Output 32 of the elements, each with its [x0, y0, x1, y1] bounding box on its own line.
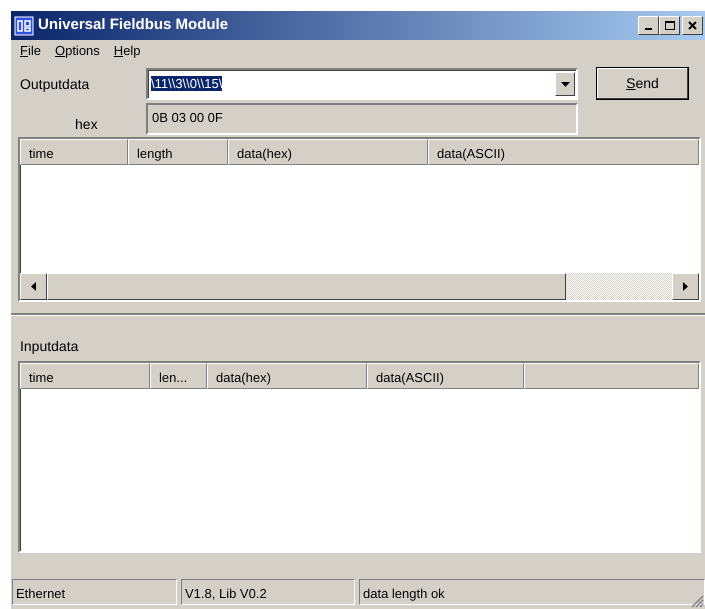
send-button[interactable]: Send: [596, 66, 689, 100]
scrollbar-thumb[interactable]: [47, 273, 566, 300]
window-title: Universal Fieldbus Module: [38, 15, 230, 36]
maximize-button[interactable]: [659, 16, 680, 35]
section-label: Inputdata: [20, 337, 80, 356]
column-header[interactable]: time: [20, 139, 128, 165]
close-button[interactable]: [682, 16, 703, 35]
resize-grip-icon[interactable]: [690, 594, 704, 608]
status-bar-field: Ethernet: [12, 579, 177, 605]
column-header[interactable]: data(ASCII): [367, 363, 524, 389]
status-bar-field: V1.8, Lib V0.2: [181, 579, 355, 605]
column-header[interactable]: len...: [150, 363, 207, 389]
minimize-button[interactable]: [638, 16, 659, 35]
output-combo-box[interactable]: \11\\3\\0\\15\: [146, 68, 578, 100]
maximize-icon: [664, 21, 674, 30]
minimize-icon: [645, 28, 652, 30]
menu-item[interactable]: Help: [106, 41, 148, 61]
field-label: Outputdata: [19, 74, 90, 94]
hex-field: 0B 03 00 0F: [146, 103, 578, 135]
column-header[interactable]: length: [128, 139, 228, 165]
input-value: \11\\3\\0\\15\: [151, 76, 222, 92]
status-bar-field: data length ok: [359, 579, 705, 605]
column-header[interactable]: time: [20, 363, 150, 389]
app-icon: [14, 16, 34, 36]
horizontal-scrollbar[interactable]: [20, 273, 699, 300]
field-label: hex: [74, 114, 99, 134]
column-header[interactable]: data(ASCII): [428, 139, 699, 165]
menu-item[interactable]: Options: [48, 41, 107, 61]
column-header[interactable]: data(hex): [228, 139, 428, 165]
column-header[interactable]: data(hex): [207, 363, 367, 389]
menu-item[interactable]: File: [13, 41, 48, 61]
close-icon: [688, 21, 697, 30]
